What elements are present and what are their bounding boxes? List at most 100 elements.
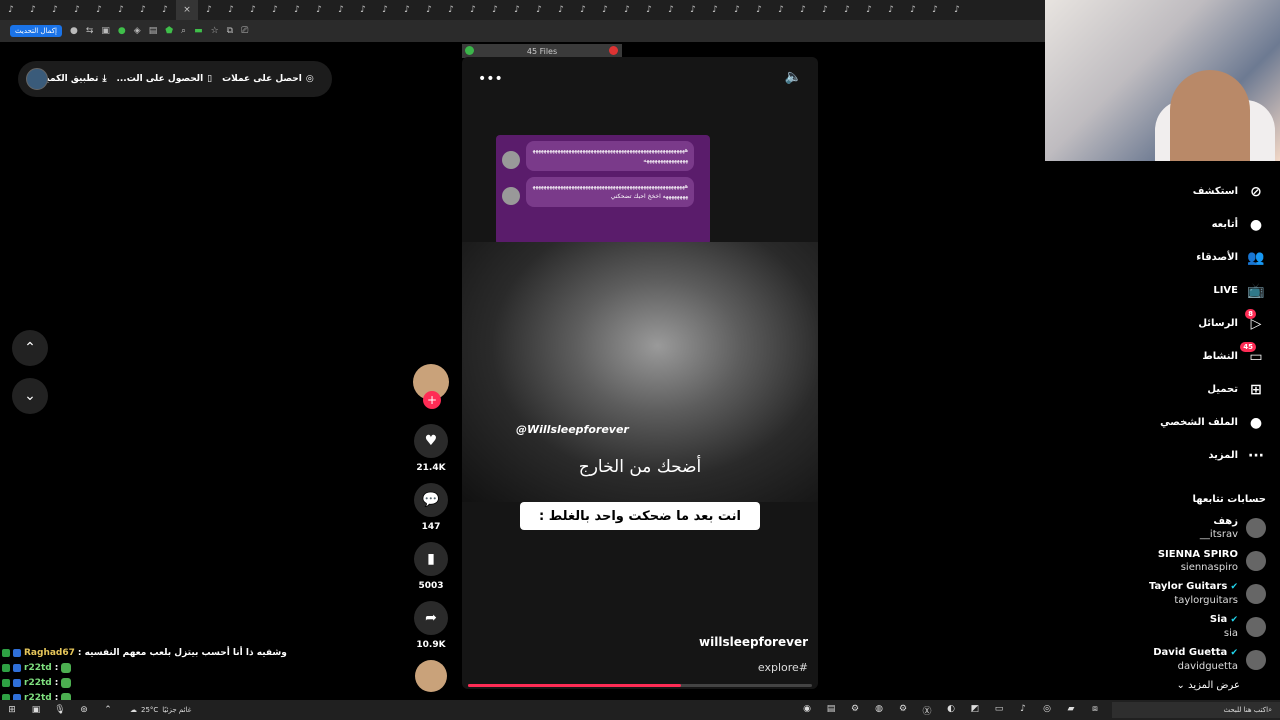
- browser-tab[interactable]: ♪: [44, 0, 66, 20]
- browser-tab[interactable]: ♪: [22, 0, 44, 20]
- finish-update-button[interactable]: إكمال التحديث: [10, 25, 62, 37]
- xbox-icon[interactable]: Ⓧ: [915, 704, 939, 717]
- sidebar-nav-item[interactable]: 📺 LIVE: [1120, 274, 1270, 307]
- gear-icon[interactable]: ⚙: [891, 704, 915, 717]
- video-player[interactable]: ••• 🔈 هههههههههههههههههههههههههههههههههه…: [462, 57, 818, 689]
- browser-tab[interactable]: ♪: [132, 0, 154, 20]
- browser-tab[interactable]: ♪: [616, 0, 638, 20]
- followed-account[interactable]: SIENNA SPIRO siennaspiro: [1120, 544, 1270, 577]
- obs-icon[interactable]: ◉: [795, 704, 819, 717]
- steam-icon[interactable]: ◐: [939, 704, 963, 717]
- browser-tab[interactable]: ♪: [770, 0, 792, 20]
- browser-tab[interactable]: ♪: [330, 0, 352, 20]
- extension-shield-green-icon[interactable]: ⬟: [165, 26, 173, 36]
- browser-tab[interactable]: ♪: [352, 0, 374, 20]
- sidebar-nav-item[interactable]: ··· المزيد: [1120, 439, 1270, 472]
- browser-tab[interactable]: ♪: [858, 0, 880, 20]
- browser-tab[interactable]: ♪: [264, 0, 286, 20]
- task-view-icon[interactable]: ⧈: [1083, 704, 1107, 717]
- network-icon[interactable]: ⊚: [72, 705, 96, 715]
- bookmark-star-icon[interactable]: ☆: [211, 26, 219, 36]
- weather-widget[interactable]: ☁ 25°C غائم جزئيًا: [130, 706, 191, 714]
- browser-tab[interactable]: ♪: [748, 0, 770, 20]
- chrome-icon[interactable]: ◎: [1035, 704, 1059, 717]
- profile-icon[interactable]: ●: [70, 26, 78, 36]
- video-hashtag[interactable]: explore#: [758, 661, 808, 674]
- browser-tab[interactable]: ♪: [308, 0, 330, 20]
- browser-tab[interactable]: ×: [176, 0, 198, 20]
- browser-tab[interactable]: ♪: [726, 0, 748, 20]
- follow-plus-icon[interactable]: +: [423, 391, 441, 409]
- browser-tab[interactable]: ♪: [66, 0, 88, 20]
- browser-tab[interactable]: ♪: [704, 0, 726, 20]
- browser-tab[interactable]: ♪: [286, 0, 308, 20]
- sidebar-nav-item[interactable]: 👥 الأصدقاء: [1120, 241, 1270, 274]
- sidebar-nav-item[interactable]: ▭ النشاط 45: [1120, 340, 1270, 373]
- browser-tab[interactable]: ♪: [198, 0, 220, 20]
- share-button[interactable]: ➦: [414, 601, 448, 635]
- previous-video-button[interactable]: ⌃: [12, 330, 48, 366]
- browser-tab[interactable]: ♪: [682, 0, 704, 20]
- like-button[interactable]: ♥: [414, 424, 448, 458]
- browser-tab[interactable]: ♪: [506, 0, 528, 20]
- browser-tab[interactable]: ♪: [638, 0, 660, 20]
- user-avatar[interactable]: [26, 68, 48, 90]
- browser-tab[interactable]: ♪: [440, 0, 462, 20]
- next-video-button[interactable]: ⌄: [12, 378, 48, 414]
- browser-tab[interactable]: ♪: [396, 0, 418, 20]
- browser-tab[interactable]: ♪: [902, 0, 924, 20]
- get-app-button[interactable]: ▯ الحصول على الت...: [116, 74, 212, 84]
- taskbar-search[interactable]: ⌕ اكتب هنا للبحث: [1112, 702, 1280, 718]
- browser-tab[interactable]: ♪: [462, 0, 484, 20]
- browser-tab[interactable]: ♪: [374, 0, 396, 20]
- browser-tab[interactable]: ♪: [946, 0, 968, 20]
- extension-image-icon[interactable]: ▤: [149, 26, 158, 36]
- sidebar-nav-item[interactable]: ● أتابعه: [1120, 208, 1270, 241]
- browser-tab[interactable]: ♪: [242, 0, 264, 20]
- get-coins-button[interactable]: ◎ احصل على عملات: [222, 74, 314, 84]
- windows-start-icon[interactable]: ⊞: [0, 705, 24, 715]
- followed-account[interactable]: ✔ Sia sia: [1120, 610, 1270, 643]
- browser-tab[interactable]: ♪: [88, 0, 110, 20]
- app-circle-icon[interactable]: ◍: [867, 704, 891, 717]
- comment-button[interactable]: 💬: [414, 483, 448, 517]
- terminal-icon[interactable]: ▭: [987, 704, 1011, 717]
- extension-icon[interactable]: ▣: [101, 26, 110, 36]
- extension-battery-icon[interactable]: ▬: [194, 26, 203, 36]
- file-explorer-icon[interactable]: ▰: [1059, 704, 1083, 717]
- save-button[interactable]: ▮: [414, 542, 448, 576]
- zoom-icon[interactable]: ⌕: [181, 26, 186, 36]
- music-icon[interactable]: ♪: [1011, 704, 1035, 717]
- sidebar-nav-item[interactable]: ⊞ تحميل: [1120, 373, 1270, 406]
- browser-tab[interactable]: ♪: [528, 0, 550, 20]
- browser-tab[interactable]: ♪: [550, 0, 572, 20]
- settings-gear-icon[interactable]: ⚙: [843, 704, 867, 717]
- hidden-icons-chevron-icon[interactable]: ⌃: [96, 705, 120, 715]
- video-progress-bar[interactable]: [468, 684, 812, 687]
- browser-tab[interactable]: ♪: [0, 0, 22, 20]
- notification-icon[interactable]: ▣: [24, 705, 48, 715]
- sidebar-nav-item[interactable]: ▷ الرسائل 8: [1120, 307, 1270, 340]
- volume-icon[interactable]: 🔈: [785, 69, 802, 85]
- sidebar-nav-item[interactable]: ● الملف الشخصي: [1120, 406, 1270, 439]
- followed-account[interactable]: ✔ Taylor Guitars taylorguitars: [1120, 577, 1270, 610]
- store-icon[interactable]: ◩: [963, 704, 987, 717]
- video-author[interactable]: willsleepforever: [699, 635, 808, 649]
- extension-green-icon[interactable]: ●: [118, 26, 126, 36]
- browser-tab[interactable]: ♪: [418, 0, 440, 20]
- browser-tab[interactable]: ♪: [220, 0, 242, 20]
- browser-tab[interactable]: ♪: [110, 0, 132, 20]
- followed-account[interactable]: ✔ David Guetta davidguetta: [1120, 643, 1270, 676]
- see-more-button[interactable]: عرض المزيد ⌄: [1120, 680, 1270, 691]
- browser-tab[interactable]: ♪: [572, 0, 594, 20]
- creator-avatar[interactable]: +: [413, 364, 449, 409]
- microphone-icon[interactable]: 🎙: [48, 705, 72, 715]
- more-options-icon[interactable]: •••: [478, 71, 503, 87]
- browser-tab[interactable]: ♪: [836, 0, 858, 20]
- browser-tab[interactable]: ♪: [484, 0, 506, 20]
- browser-tab[interactable]: ♪: [880, 0, 902, 20]
- browser-tab[interactable]: ♪: [660, 0, 682, 20]
- browser-tab[interactable]: ♪: [792, 0, 814, 20]
- extensions-icon[interactable]: ⇆: [86, 26, 94, 36]
- close-icon[interactable]: [609, 46, 618, 55]
